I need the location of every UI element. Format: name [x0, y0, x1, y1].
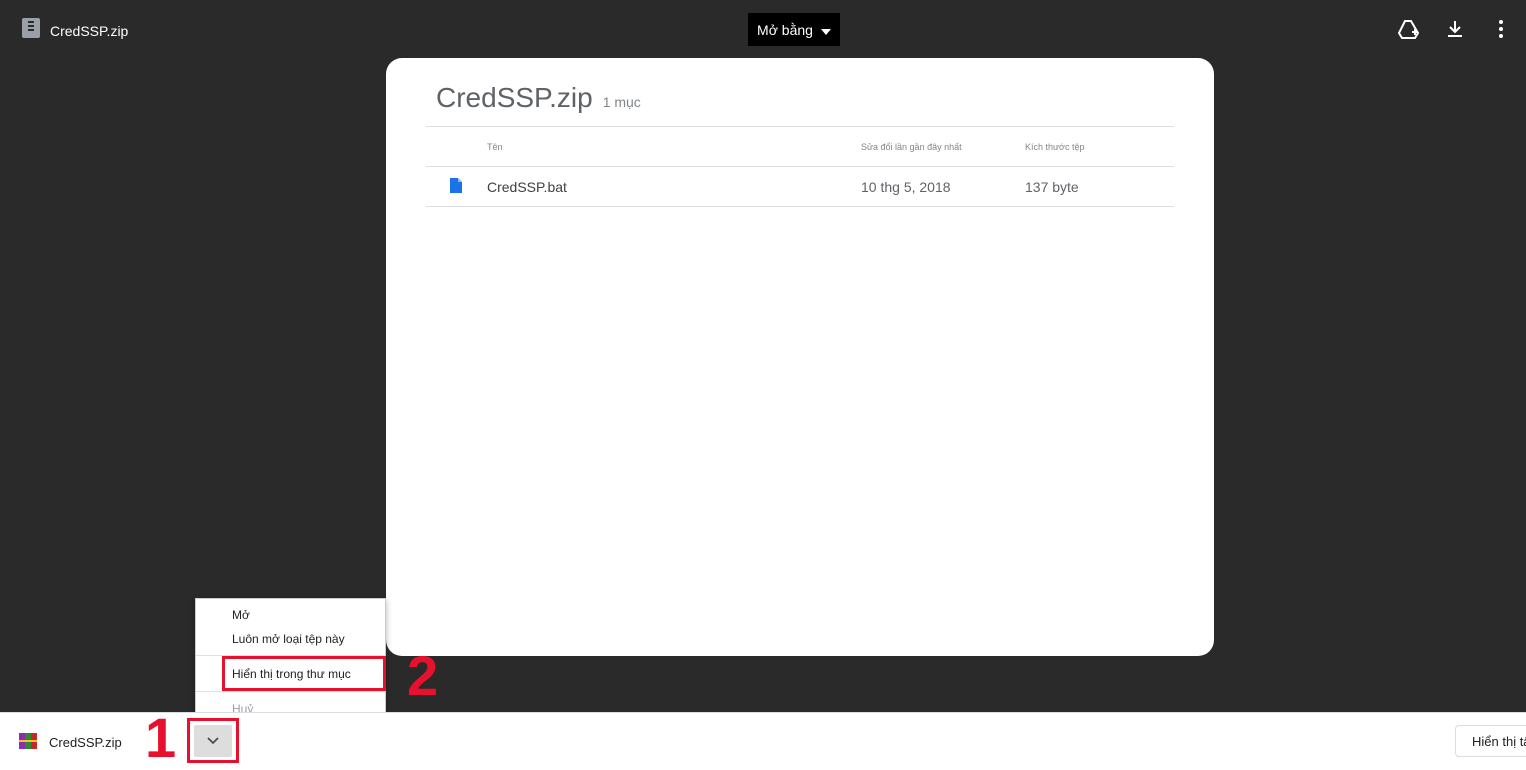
top-bar: CredSSP.zip Mở bằng [0, 0, 1526, 58]
highlight-download-options [187, 718, 239, 763]
column-size-header: Kích thước tệp [1025, 141, 1085, 152]
modified-cell: 10 thg 5, 2018 [861, 178, 951, 195]
winrar-archive-icon [19, 733, 37, 752]
menu-item-always-open[interactable]: Luôn mở loại tệp này [232, 632, 345, 646]
open-with-label: Mở bằng [757, 21, 813, 38]
preview-title: CredSSP.zip 1 mục [436, 82, 641, 114]
annotation-step-2: 2 [407, 644, 439, 707]
download-icon[interactable] [1444, 18, 1466, 40]
annotation-step-1: 1 [145, 706, 177, 769]
file-name-cell: CredSSP.bat [487, 178, 567, 195]
show-all-label: Hiển thị tất cả [1472, 733, 1526, 749]
zip-preview-card: CredSSP.zip 1 mục Tên Sửa đổi lần gần đâ… [386, 58, 1214, 656]
item-count: 1 mục [602, 94, 641, 110]
show-all-downloads-button[interactable]: Hiển thị tất cả [1455, 725, 1526, 757]
table-header: Tên Sửa đổi lần gần đây nhất Kích thước … [426, 126, 1174, 166]
file-name: CredSSP.zip [50, 22, 129, 39]
file-table: Tên Sửa đổi lần gần đây nhất Kích thước … [426, 126, 1174, 207]
highlight-show-in-folder [222, 656, 386, 691]
more-options-icon[interactable] [1490, 18, 1512, 40]
file-title: CredSSP.zip [22, 18, 128, 43]
download-item[interactable]: CredSSP.zip [19, 733, 122, 752]
table-row[interactable]: CredSSP.bat 10 thg 5, 2018 137 byte [426, 166, 1174, 207]
document-icon [450, 177, 462, 196]
menu-item-open[interactable]: Mở [232, 608, 250, 622]
size-cell: 137 byte [1025, 178, 1079, 195]
caret-down-icon [820, 22, 831, 38]
open-with-button[interactable]: Mở bằng [748, 13, 840, 46]
column-modified-header: Sửa đổi lần gần đây nhất [861, 141, 962, 152]
download-file-name: CredSSP.zip [49, 735, 122, 750]
column-name-header: Tên [487, 141, 503, 152]
top-actions [1397, 18, 1512, 40]
menu-separator [196, 691, 385, 692]
archive-file-icon [22, 18, 40, 43]
add-to-drive-icon[interactable] [1397, 18, 1420, 40]
zip-title: CredSSP.zip [436, 82, 593, 113]
